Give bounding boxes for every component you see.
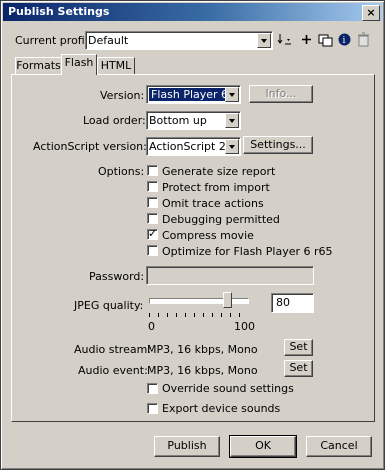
publish-settings-dialog: Publish Settings × Current profile: Defa… bbox=[0, 0, 385, 470]
export-device-sounds-checkbox[interactable] bbox=[147, 403, 158, 414]
protect-from-import-checkbox[interactable] bbox=[147, 181, 158, 192]
audio-stream-value: MP3, 16 kbps, Mono bbox=[147, 343, 258, 356]
import-export-icon[interactable] bbox=[276, 31, 293, 48]
delete-profile-icon[interactable] bbox=[355, 31, 372, 48]
jpeg-quality-ticks bbox=[149, 313, 241, 319]
cancel-button[interactable]: Cancel bbox=[306, 436, 372, 457]
profile-value: Default bbox=[88, 34, 129, 47]
omit-trace-actions-checkbox[interactable] bbox=[147, 197, 158, 208]
load-order-value: Bottom up bbox=[149, 114, 207, 127]
window-title: Publish Settings bbox=[8, 5, 110, 18]
generate-size-report-label: Generate size report bbox=[162, 165, 276, 178]
audio-stream-label: Audio stream: bbox=[74, 343, 152, 356]
profile-dropdown[interactable]: Default bbox=[85, 31, 273, 50]
debugging-permitted-label: Debugging permitted bbox=[162, 213, 280, 226]
actionscript-settings-button[interactable]: Settings... bbox=[243, 136, 313, 154]
duplicate-profile-icon[interactable] bbox=[317, 31, 334, 48]
ok-button[interactable]: OK bbox=[229, 435, 297, 458]
generate-size-report-checkbox[interactable] bbox=[147, 165, 158, 176]
load-order-label: Load order: bbox=[83, 114, 146, 127]
password-field[interactable] bbox=[146, 266, 314, 285]
tab-formats[interactable]: Formats bbox=[15, 57, 62, 74]
optimize-flash-player-checkbox[interactable] bbox=[147, 245, 158, 256]
compress-movie-label: Compress movie bbox=[162, 229, 254, 242]
jpeg-quality-slider-thumb[interactable] bbox=[223, 292, 232, 308]
version-label: Version: bbox=[100, 89, 145, 102]
version-value: Flash Player 6 bbox=[149, 88, 231, 101]
jpeg-quality-label: JPEG quality: bbox=[74, 299, 144, 312]
info-button[interactable]: Info... bbox=[249, 85, 313, 103]
load-order-dropdown[interactable]: Bottom up bbox=[146, 111, 241, 130]
protect-from-import-label: Protect from import bbox=[162, 181, 270, 194]
override-sound-checkbox[interactable] bbox=[147, 383, 158, 394]
audio-event-set-button[interactable]: Set bbox=[284, 360, 313, 377]
chevron-down-icon bbox=[225, 113, 239, 128]
actionscript-version-label: ActionScript version: bbox=[33, 140, 147, 153]
jpeg-quality-slider-track[interactable] bbox=[149, 298, 249, 304]
export-device-sounds-label: Export device sounds bbox=[162, 402, 281, 415]
publish-button[interactable]: Publish bbox=[154, 436, 220, 457]
omit-trace-actions-label: Omit trace actions bbox=[162, 197, 264, 210]
close-button[interactable]: × bbox=[362, 5, 380, 21]
audio-event-label: Audio event: bbox=[78, 364, 148, 377]
audio-event-value: MP3, 16 kbps, Mono bbox=[147, 364, 258, 377]
override-sound-label: Override sound settings bbox=[162, 382, 294, 395]
title-bar[interactable]: Publish Settings × bbox=[3, 3, 382, 21]
chevron-down-icon bbox=[225, 87, 239, 102]
tab-html[interactable]: HTML bbox=[97, 57, 135, 74]
password-label: Password: bbox=[89, 270, 145, 283]
options-label: Options: bbox=[98, 165, 145, 178]
version-dropdown[interactable]: Flash Player 6 bbox=[146, 85, 241, 104]
add-profile-icon[interactable] bbox=[298, 31, 315, 48]
tab-flash[interactable]: Flash bbox=[61, 54, 97, 75]
svg-text:i: i bbox=[343, 36, 346, 46]
compress-movie-checkbox[interactable] bbox=[147, 227, 158, 240]
optimize-flash-player-label: Optimize for Flash Player 6 r65 bbox=[162, 245, 333, 258]
profile-properties-icon[interactable]: i bbox=[336, 31, 353, 48]
audio-stream-set-button[interactable]: Set bbox=[284, 339, 313, 356]
jpeg-quality-value: 80 bbox=[276, 296, 290, 309]
chevron-down-icon bbox=[225, 139, 239, 154]
actionscript-value: ActionScript 2.0 bbox=[149, 140, 237, 153]
jpeg-quality-input[interactable]: 80 bbox=[271, 293, 314, 313]
chevron-down-icon bbox=[257, 33, 271, 48]
jpeg-min-label: 0 bbox=[148, 320, 155, 333]
jpeg-max-label: 100 bbox=[234, 320, 255, 333]
actionscript-dropdown[interactable]: ActionScript 2.0 bbox=[146, 137, 241, 156]
debugging-permitted-checkbox[interactable] bbox=[147, 213, 158, 224]
